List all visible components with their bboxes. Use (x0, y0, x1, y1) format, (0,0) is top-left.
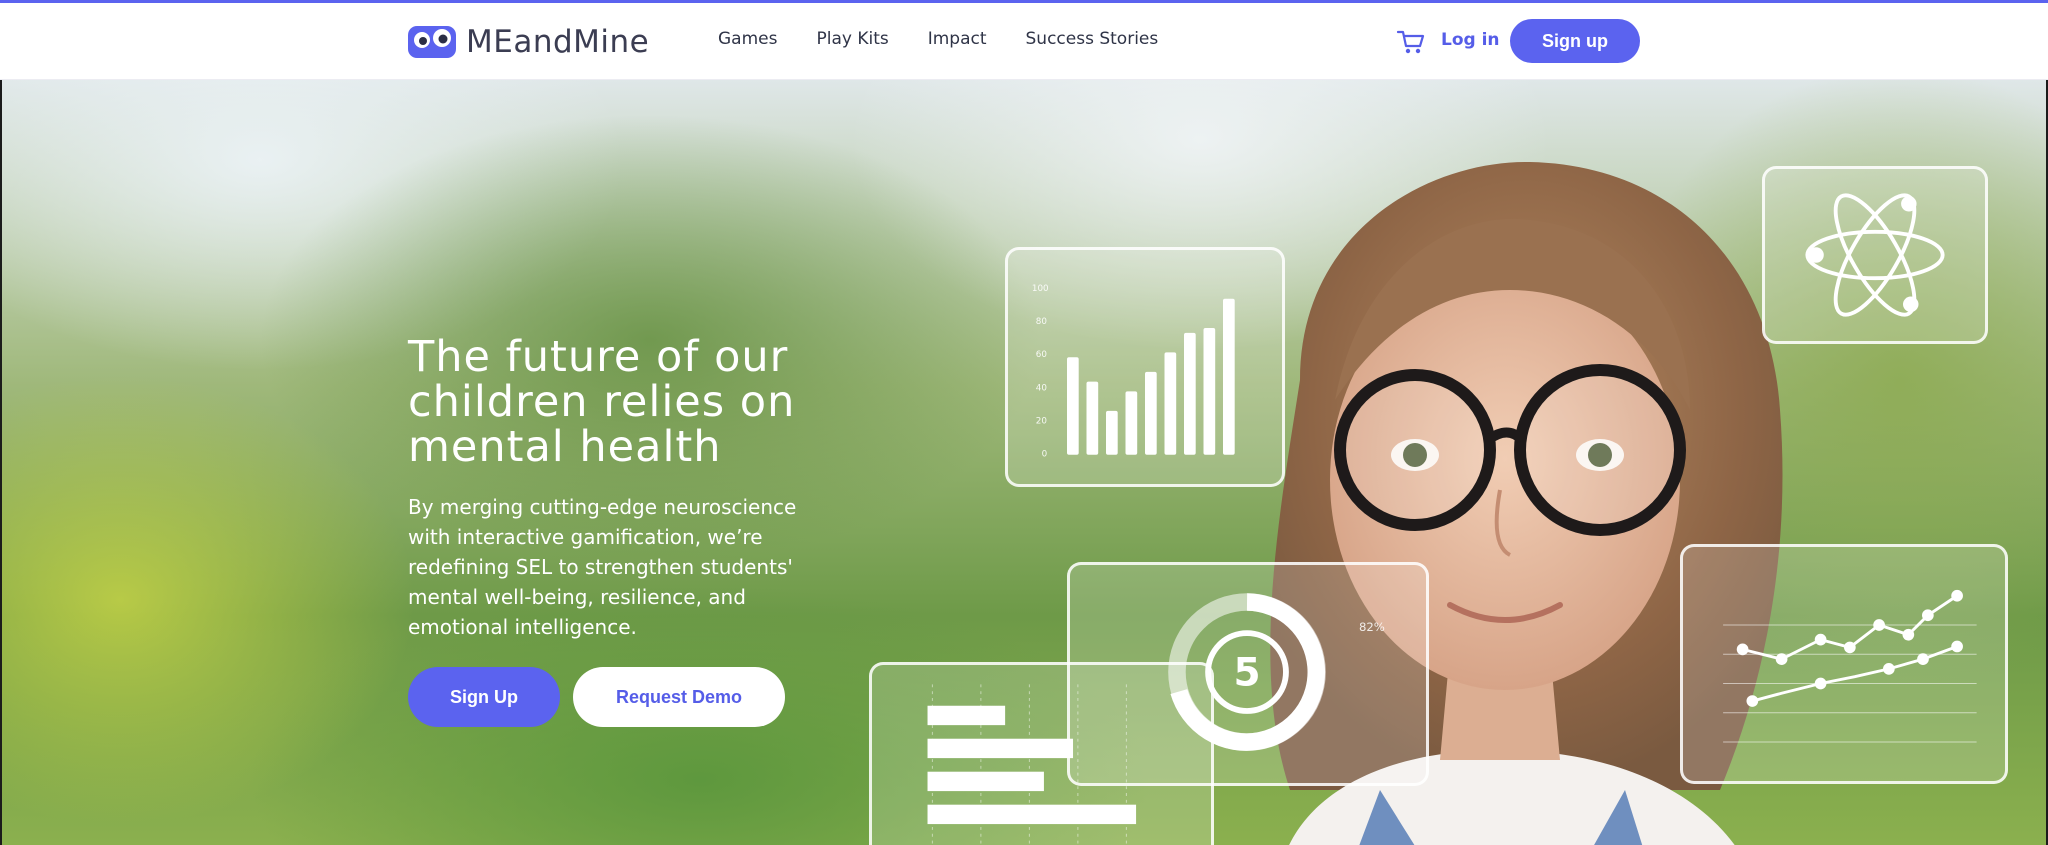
navbar: MEandMine Games Play Kits Impact Success… (0, 3, 2048, 80)
line-chart-overlay-icon (1680, 544, 2008, 784)
logo[interactable]: MEandMine (408, 23, 649, 61)
nav-play-kits[interactable]: Play Kits (816, 29, 888, 49)
bar-chart-overlay-icon: 100 80 60 40 20 0 (1005, 247, 1285, 487)
signup-button[interactable]: Sign up (1510, 19, 1640, 63)
overlay-tick: 60 (1036, 350, 1047, 360)
main-nav: Games Play Kits Impact Success Stories (718, 29, 1197, 49)
login-link[interactable]: Log in (1441, 30, 1500, 50)
gauge-percent: 82% (1359, 620, 1385, 634)
overlay-tick: 20 (1036, 417, 1047, 427)
logo-eyes-icon (408, 26, 456, 58)
hero-edge (0, 80, 2, 845)
nav-success-stories[interactable]: Success Stories (1026, 29, 1159, 49)
overlay-tick: 100 (1032, 284, 1049, 294)
overlay-tick: 40 (1036, 383, 1047, 393)
atom-overlay-icon (1762, 166, 1988, 344)
hero-description: By merging cutting-edge neuroscience wit… (408, 495, 797, 639)
overlay-tick: 0 (1042, 450, 1048, 460)
overlay-tick: 80 (1036, 317, 1047, 327)
hero-signup-button[interactable]: Sign Up (408, 667, 560, 727)
logo-text: MEandMine (466, 24, 650, 60)
cart-icon[interactable] (1396, 28, 1426, 56)
request-demo-button[interactable]: Request Demo (573, 667, 785, 727)
gauge-value: 5 (1233, 651, 1260, 696)
hero-section: 100 80 60 40 20 0 5 82% The future of ou… (0, 80, 2048, 845)
nav-impact[interactable]: Impact (928, 29, 987, 49)
hbar-overlay-icon (869, 662, 1214, 845)
hero-title: The future of our children relies on men… (408, 332, 796, 472)
nav-games[interactable]: Games (718, 29, 777, 49)
